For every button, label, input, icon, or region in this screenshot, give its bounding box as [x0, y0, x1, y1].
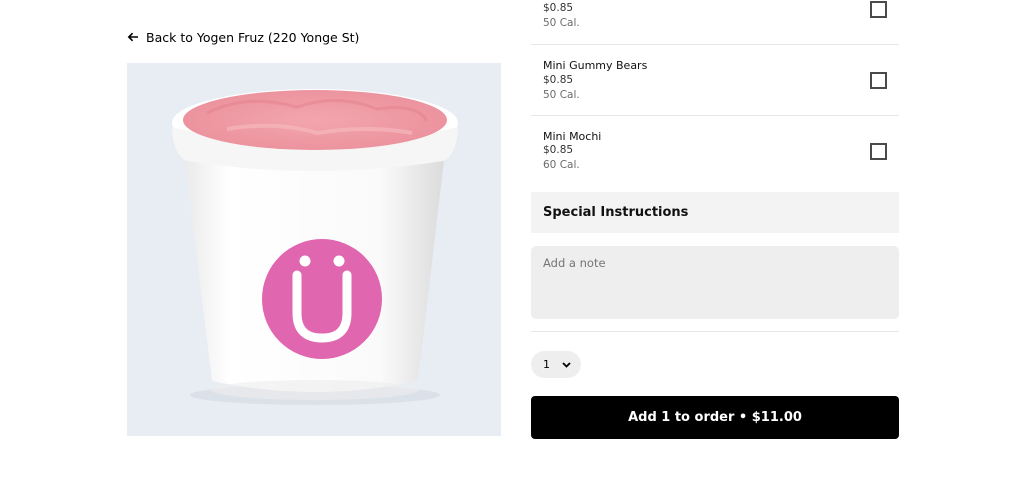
- topping-calories: 50 Cal.: [543, 17, 580, 29]
- topping-calories: 50 Cal.: [543, 89, 580, 101]
- divider: [531, 331, 899, 332]
- topping-calories: 60 Cal.: [543, 159, 580, 171]
- quantity-value: 1: [543, 358, 550, 371]
- topping-checkbox[interactable]: [870, 143, 887, 160]
- quantity-select[interactable]: 1: [531, 351, 581, 378]
- topping-price: $0.85: [543, 144, 574, 156]
- froyo-cup-illustration: [172, 89, 458, 405]
- item-options-panel: $0.85 50 Cal. Mini Gummy Bears $0.85 50 …: [531, 0, 899, 498]
- back-link-label: Back to Yogen Fruz (220 Yonge St): [146, 29, 360, 45]
- topping-name: Mini Mochi: [543, 130, 602, 143]
- topping-name: Mini Gummy Bears: [543, 59, 648, 72]
- topping-option[interactable]: $0.85 50 Cal.: [531, 0, 899, 44]
- topping-price: $0.85: [543, 74, 574, 86]
- note-input[interactable]: [531, 246, 899, 319]
- topping-checkbox[interactable]: [870, 72, 887, 89]
- add-to-order-button[interactable]: Add 1 to order • $11.00: [531, 396, 899, 439]
- topping-option[interactable]: Mini Gummy Bears $0.85 50 Cal.: [531, 45, 899, 115]
- topping-price: $0.85: [543, 2, 574, 14]
- special-instructions-title: Special Instructions: [543, 205, 689, 220]
- back-link[interactable]: Back to Yogen Fruz (220 Yonge St): [127, 28, 359, 46]
- topping-checkbox[interactable]: [870, 1, 887, 18]
- topping-option[interactable]: Mini Mochi $0.85 60 Cal.: [531, 116, 899, 186]
- chevron-down-icon: [562, 361, 571, 368]
- arrow-left-icon: [127, 31, 139, 43]
- product-image: [127, 63, 501, 436]
- special-instructions-header: Special Instructions: [531, 192, 899, 233]
